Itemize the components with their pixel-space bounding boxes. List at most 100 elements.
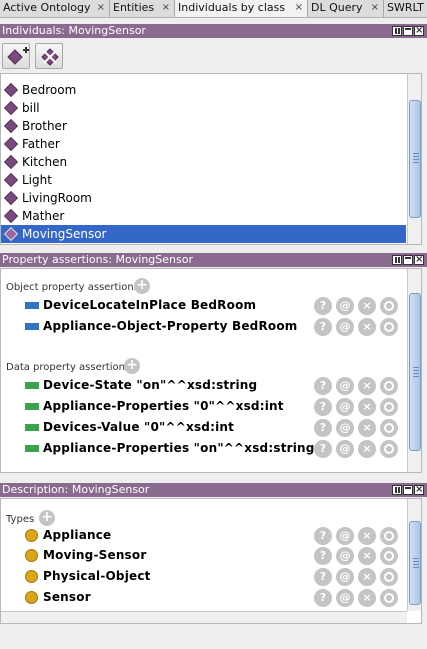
edit-icon[interactable] — [380, 318, 398, 336]
annotate-icon[interactable]: @ — [336, 568, 354, 586]
delete-icon[interactable]: × — [358, 568, 376, 586]
split-icon[interactable] — [392, 485, 402, 495]
property-assertions-scrollbar[interactable] — [407, 269, 421, 472]
type-row[interactable]: Physical-Object ? @ × — [1, 567, 405, 587]
list-item[interactable]: Brother — [1, 117, 406, 135]
list-item[interactable]: Mather — [1, 207, 406, 225]
close-view-icon[interactable] — [414, 483, 424, 496]
type-row[interactable]: Sensor ? @ × — [1, 588, 405, 608]
edit-icon[interactable] — [380, 297, 398, 315]
list-item[interactable]: Light — [1, 171, 406, 189]
individuals-list[interactable]: Bedroom bill Brother Father Kitchen Ligh… — [0, 73, 422, 245]
edit-icon[interactable] — [380, 568, 398, 586]
annotate-icon[interactable]: @ — [336, 398, 354, 416]
help-icon[interactable]: ? — [314, 589, 332, 607]
annotate-icon[interactable]: @ — [336, 318, 354, 336]
data-property-label: Data property assertions — [6, 362, 131, 373]
edit-icon[interactable] — [380, 440, 398, 458]
edit-icon[interactable] — [380, 398, 398, 416]
annotate-icon[interactable]: @ — [336, 419, 354, 437]
annotate-icon[interactable]: @ — [336, 547, 354, 565]
maximize-icon[interactable] — [403, 26, 413, 36]
help-icon[interactable]: ? — [314, 527, 332, 545]
help-icon[interactable]: ? — [314, 547, 332, 565]
scroll-thumb[interactable] — [409, 521, 421, 605]
individual-icon — [3, 82, 19, 98]
individuals-scrollbar[interactable] — [407, 74, 421, 244]
help-icon[interactable]: ? — [314, 377, 332, 395]
tab-dl-query[interactable]: DL Query × — [308, 0, 384, 17]
delete-icon[interactable]: × — [358, 297, 376, 315]
data-property-row[interactable]: Appliance-Properties "0"^^xsd:int ? @ × — [1, 397, 405, 417]
close-view-icon[interactable] — [414, 253, 424, 266]
help-icon[interactable]: ? — [314, 419, 332, 437]
list-item[interactable]: bill — [1, 99, 406, 117]
description-scrollbar[interactable] — [407, 499, 421, 611]
individual-icon — [3, 208, 19, 224]
close-icon[interactable]: × — [97, 0, 105, 16]
tab-swrlt[interactable]: SWRLT — [384, 0, 427, 17]
help-icon[interactable]: ? — [314, 568, 332, 586]
delete-icon[interactable]: × — [358, 398, 376, 416]
tab-active-ontology[interactable]: Active Ontology × — [0, 0, 110, 17]
row-buttons: ? @ × — [314, 419, 398, 437]
data-property-row[interactable]: Device-State "on"^^xsd:string ? @ × — [1, 376, 405, 396]
tab-entities[interactable]: Entities × — [110, 0, 175, 17]
annotate-icon[interactable]: @ — [336, 527, 354, 545]
delete-icon[interactable]: × — [358, 440, 376, 458]
data-property-row[interactable]: Devices-Value "0"^^xsd:int ? @ × — [1, 418, 405, 438]
tab-individuals-by-class[interactable]: Individuals by class × — [175, 0, 308, 17]
maximize-icon[interactable] — [403, 485, 413, 495]
close-icon[interactable]: × — [162, 0, 170, 16]
tab-label: Active Ontology — [3, 1, 91, 14]
help-icon[interactable]: ? — [314, 398, 332, 416]
type-row[interactable]: Moving-Sensor ? @ × — [1, 546, 405, 566]
delete-individual-button[interactable] — [35, 43, 63, 69]
split-icon[interactable] — [392, 26, 402, 36]
delete-icon[interactable]: × — [358, 527, 376, 545]
add-individual-button[interactable] — [2, 43, 30, 69]
edit-icon[interactable] — [380, 527, 398, 545]
maximize-icon[interactable] — [403, 255, 413, 265]
edit-icon[interactable] — [380, 377, 398, 395]
row-buttons: ? @ × — [314, 318, 398, 336]
help-icon[interactable]: ? — [314, 297, 332, 315]
list-item[interactable]: Bedroom — [1, 81, 406, 99]
individual-icon — [3, 172, 19, 188]
annotate-icon[interactable]: @ — [336, 589, 354, 607]
list-item-selected[interactable]: MovingSensor — [1, 225, 406, 243]
delete-icon[interactable]: × — [358, 419, 376, 437]
help-icon[interactable]: ? — [314, 318, 332, 336]
scroll-thumb[interactable] — [409, 100, 421, 218]
delete-icon[interactable]: × — [358, 547, 376, 565]
delete-icon[interactable]: × — [358, 377, 376, 395]
list-item[interactable]: Kitchen — [1, 153, 406, 171]
edit-icon[interactable] — [380, 419, 398, 437]
close-view-icon[interactable] — [414, 24, 424, 37]
individuals-header: Individuals: MovingSensor — [0, 24, 427, 38]
object-property-row[interactable]: DeviceLocateInPlace BedRoom ? @ × — [1, 296, 405, 316]
annotate-icon[interactable]: @ — [336, 377, 354, 395]
object-property-row[interactable]: Appliance-Object-Property BedRoom ? @ × — [1, 317, 405, 337]
scroll-thumb[interactable] — [409, 293, 421, 451]
type-row[interactable]: Appliance ? @ × — [1, 526, 405, 546]
delete-icon[interactable]: × — [358, 589, 376, 607]
edit-icon[interactable] — [380, 547, 398, 565]
data-property-row[interactable]: Appliance-Properties "on"^^xsd:string ? … — [1, 439, 405, 459]
close-icon[interactable]: × — [295, 0, 303, 16]
delete-icon[interactable]: × — [358, 318, 376, 336]
object-property-icon — [25, 323, 39, 330]
annotate-icon[interactable]: @ — [336, 297, 354, 315]
annotate-icon[interactable]: @ — [336, 440, 354, 458]
list-item[interactable]: Father — [1, 135, 406, 153]
list-item[interactable]: LivingRoom — [1, 189, 406, 207]
description-horizontal-scrollbar[interactable] — [1, 611, 407, 623]
view-controls — [392, 253, 424, 266]
close-icon[interactable]: × — [371, 0, 379, 16]
add-icon[interactable]: + — [39, 510, 55, 526]
add-icon[interactable]: + — [134, 278, 150, 294]
add-icon[interactable]: + — [124, 358, 140, 374]
edit-icon[interactable] — [380, 589, 398, 607]
help-icon[interactable]: ? — [314, 440, 332, 458]
split-icon[interactable] — [392, 255, 402, 265]
